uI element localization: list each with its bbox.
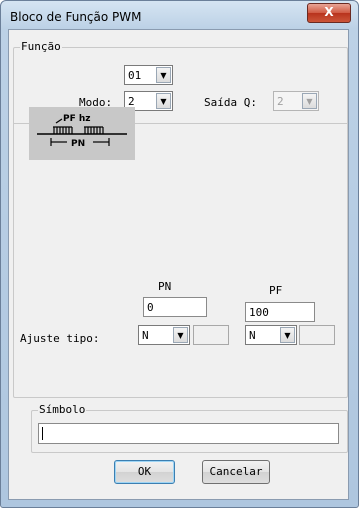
pn-input-value: 0	[147, 301, 154, 314]
simbolo-input[interactable]	[38, 423, 339, 444]
pf-input-value: 100	[249, 306, 269, 319]
pwm-waveform-icon: PF hz PN	[37, 114, 127, 149]
chevron-down-icon[interactable]: ▼	[280, 327, 295, 343]
pf-tipo-select[interactable]: N ▼	[245, 325, 297, 345]
saida-q-value: 2	[277, 95, 284, 108]
ajuste-tipo-label: Ajuste tipo:	[20, 332, 100, 345]
chevron-down-icon: ▼	[302, 93, 317, 109]
funcao-group-label: Função	[20, 40, 62, 53]
pn-input[interactable]: 0	[143, 297, 207, 317]
cancel-button[interactable]: Cancelar	[202, 460, 270, 484]
text-cursor	[42, 427, 43, 440]
pf-tipo-extra-field	[299, 325, 335, 345]
pn-tipo-extra-field	[193, 325, 229, 345]
pf-header: PF	[269, 284, 283, 297]
saida-q-label: Saída Q:	[204, 96, 257, 109]
close-button[interactable]: X	[307, 3, 351, 23]
pf-tipo-value: N	[249, 329, 256, 342]
chevron-down-icon[interactable]: ▼	[156, 67, 171, 83]
simbolo-group-label: Símbolo	[38, 403, 87, 416]
pf-input[interactable]: 100	[245, 302, 315, 322]
function-number-value: 01	[128, 69, 142, 82]
pn-header: PN	[158, 280, 172, 293]
window-title: Bloco de Função PWM	[10, 10, 142, 24]
function-number-select[interactable]: 01 ▼	[124, 65, 173, 85]
close-icon: X	[324, 5, 334, 19]
chevron-down-icon[interactable]: ▼	[156, 93, 171, 109]
pwm-pn-label: PN	[71, 139, 85, 149]
pwm-diagram-image: PF hz PN	[29, 107, 135, 160]
pn-tipo-select[interactable]: N ▼	[138, 325, 190, 345]
title-bar[interactable]: Bloco de Função PWM X	[1, 1, 358, 31]
ok-button[interactable]: OK	[114, 460, 175, 484]
pwm-pf-label: PF hz	[63, 114, 91, 124]
chevron-down-icon[interactable]: ▼	[173, 327, 188, 343]
saida-q-select: 2 ▼	[273, 91, 319, 111]
pn-tipo-value: N	[142, 329, 149, 342]
